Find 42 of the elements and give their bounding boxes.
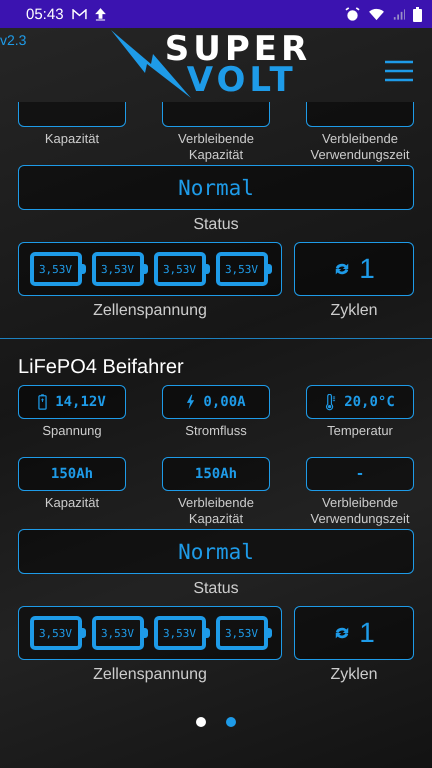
metric-label: Verbleibende Verwendungszeit [309,495,410,528]
metric-value: 20,0°C [344,394,395,410]
metric-value: 150Ah [194,466,238,482]
metric-label: Spannung [42,423,102,440]
status-label: Status [192,580,240,598]
signal-icon [393,8,405,20]
status-value: Normal [178,176,254,200]
cycles-value: 1 [359,617,375,649]
metric-value: 150Ah [50,466,94,482]
logo-text: VOLT [186,65,297,96]
mail-icon [72,8,87,20]
metric-value: 14,12V [55,394,106,410]
cycles-value: 1 [359,253,375,285]
metric-label: Kapazität [44,131,100,148]
cells-label: Zellenspannung [93,302,207,320]
upload-icon [94,8,106,20]
metric-label: Stromfluss [185,423,247,440]
status-value: Normal [178,540,254,564]
status-label: Status [192,216,240,234]
cycles-label: Zyklen [330,302,378,320]
cells-label: Zellenspannung [93,666,207,684]
metric-label: Temperatur [327,423,393,440]
battery-icon [413,6,422,22]
logo-text: SUPER [164,34,312,65]
battery-name: LiFePO4 Beifahrer [18,355,185,380]
menu-button[interactable] [384,60,414,82]
clock: 05:43 [26,6,64,22]
metric-label: Verbleibende Kapazität [177,495,255,528]
wifi-icon [368,8,385,20]
metric-value: 0,00A [203,394,246,410]
page-dot[interactable] [226,717,236,727]
metric-label: Kapazität [44,495,100,512]
cycles-label: Zyklen [330,666,378,684]
metric-value: - [356,466,364,482]
battery-icon [38,394,48,410]
thermometer-icon [325,394,336,410]
metric-label: Verbleibende Verwendungszeit [309,131,410,164]
page-dot[interactable] [196,717,206,727]
version-label: v2.3 [0,32,26,48]
metric-label: Verbleibende Kapazität [177,131,255,164]
lightning-icon [186,394,196,410]
alarm-icon [345,6,360,22]
